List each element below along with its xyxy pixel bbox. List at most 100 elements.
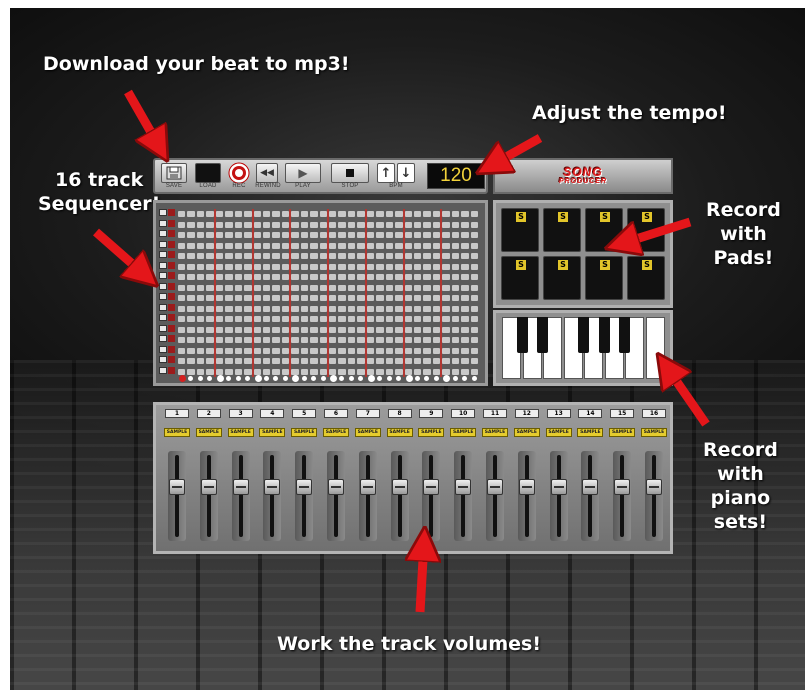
step-cell[interactable] [319, 337, 327, 343]
step-cell[interactable] [338, 263, 346, 270]
step-cell[interactable] [291, 232, 299, 238]
step-cell[interactable] [196, 284, 205, 291]
step-cell[interactable] [310, 221, 318, 228]
step-cell[interactable] [225, 242, 233, 249]
step-cell[interactable] [187, 316, 195, 322]
track-mute-button[interactable] [168, 272, 175, 279]
step-cell[interactable] [385, 295, 394, 301]
step-cell[interactable] [338, 242, 346, 249]
step-cell[interactable] [376, 232, 384, 238]
piano-black-key[interactable] [619, 317, 630, 353]
step-cell[interactable] [300, 337, 309, 343]
step-cell[interactable] [461, 305, 469, 312]
step-cell[interactable] [357, 211, 365, 217]
fader-knob[interactable] [518, 479, 535, 495]
step-cell[interactable] [272, 274, 280, 280]
step-cell[interactable] [404, 284, 412, 291]
step-cell[interactable] [329, 232, 337, 238]
step-cell[interactable] [244, 274, 252, 280]
step-cell[interactable] [262, 337, 271, 343]
step-cell[interactable] [385, 263, 394, 270]
step-cell[interactable] [206, 284, 214, 291]
step-cell[interactable] [234, 368, 243, 375]
step-cell[interactable] [234, 211, 243, 217]
step-cell[interactable] [366, 305, 375, 312]
track-mute-button[interactable] [168, 303, 175, 311]
step-cell[interactable] [338, 368, 346, 375]
step-cell[interactable] [300, 211, 309, 217]
step-cell[interactable] [376, 263, 384, 270]
step-cell[interactable] [300, 347, 309, 354]
step-cell[interactable] [432, 368, 441, 375]
step-cell[interactable] [395, 358, 403, 364]
step-cell[interactable] [442, 263, 450, 270]
step-cell[interactable] [272, 253, 280, 259]
step-cell[interactable] [395, 274, 403, 280]
step-cell[interactable] [385, 337, 394, 343]
step-cell[interactable] [442, 295, 450, 301]
channel-sample-button[interactable]: SAMPLE [450, 428, 477, 437]
step-cell[interactable] [357, 253, 365, 259]
step-cell[interactable] [413, 211, 422, 217]
step-cell[interactable] [262, 305, 271, 312]
fader-knob[interactable] [646, 479, 662, 495]
step-cell[interactable] [395, 242, 403, 249]
step-cell[interactable] [206, 253, 214, 259]
step-cell[interactable] [300, 253, 309, 259]
step-cell[interactable] [178, 232, 186, 238]
step-cell[interactable] [461, 295, 469, 301]
step-cell[interactable] [319, 221, 327, 228]
step-cell[interactable] [291, 284, 299, 291]
step-cell[interactable] [196, 337, 205, 343]
fader-knob[interactable] [328, 479, 344, 495]
step-cell[interactable] [432, 221, 441, 228]
step-cell[interactable] [281, 253, 290, 259]
step-cell[interactable] [461, 253, 469, 259]
step-cell[interactable] [291, 316, 299, 322]
step-cell[interactable] [366, 358, 375, 364]
step-cell[interactable] [225, 368, 233, 375]
step-cell[interactable] [413, 232, 422, 238]
step-cell[interactable] [404, 232, 412, 238]
step-cell[interactable] [244, 295, 252, 301]
step-cell[interactable] [215, 284, 224, 291]
step-cell[interactable] [338, 305, 346, 312]
fader-knob[interactable] [232, 479, 249, 495]
volume-fader[interactable] [549, 451, 568, 541]
step-cell[interactable] [187, 347, 195, 354]
step-cell[interactable] [338, 253, 346, 259]
step-cell[interactable] [376, 274, 384, 280]
step-cell[interactable] [310, 305, 318, 312]
step-cell[interactable] [395, 326, 403, 333]
step-cell[interactable] [178, 347, 186, 354]
step-cell[interactable] [244, 368, 252, 375]
step-cell[interactable] [413, 295, 422, 301]
step-cell[interactable] [432, 242, 441, 249]
step-cell[interactable] [395, 305, 403, 312]
step-cell[interactable] [470, 263, 478, 270]
step-cell[interactable] [319, 295, 327, 301]
step-cell[interactable] [281, 284, 290, 291]
step-cell[interactable] [432, 232, 441, 238]
step-cell[interactable] [215, 305, 224, 312]
step-cell[interactable] [395, 347, 403, 354]
step-cell[interactable] [376, 337, 384, 343]
step-cell[interactable] [357, 295, 365, 301]
piano-black-key[interactable] [598, 317, 610, 353]
step-cell[interactable] [300, 305, 309, 312]
step-cell[interactable] [206, 368, 214, 375]
step-cell[interactable] [432, 211, 441, 217]
step-cell[interactable] [206, 211, 214, 217]
step-cell[interactable] [347, 347, 356, 354]
channel-sample-button[interactable]: SAMPLE [195, 428, 222, 437]
step-cell[interactable] [262, 263, 271, 270]
step-cell[interactable] [244, 242, 252, 249]
step-cell[interactable] [206, 347, 214, 354]
step-cell[interactable] [300, 326, 309, 333]
step-cell[interactable] [206, 263, 214, 270]
track-select-button[interactable] [159, 230, 167, 237]
step-cell[interactable] [253, 316, 261, 322]
step-cell[interactable] [187, 253, 195, 259]
step-cell[interactable] [272, 263, 280, 270]
step-cell[interactable] [234, 221, 243, 228]
